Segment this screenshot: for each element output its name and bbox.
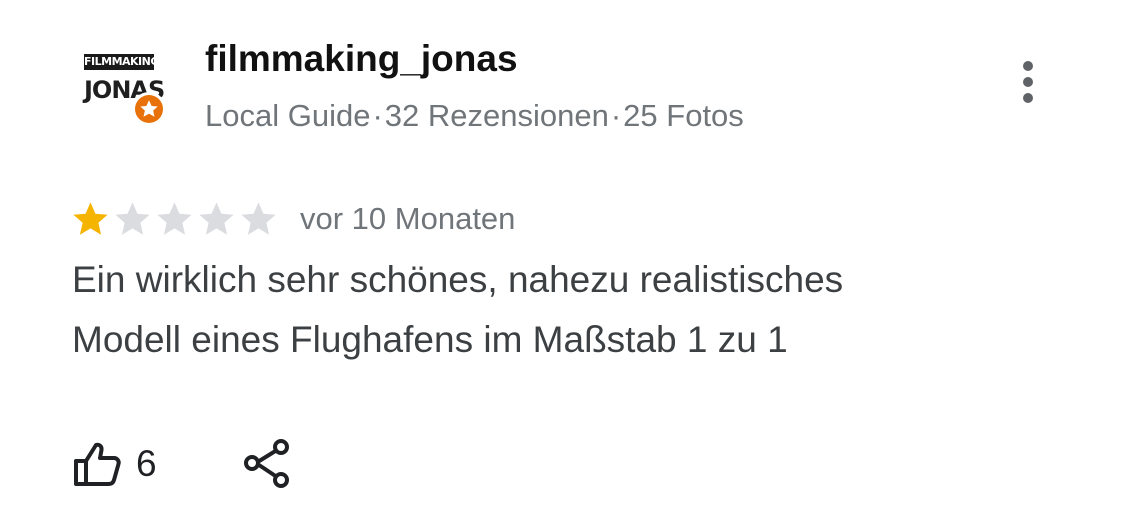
like-count: 6 xyxy=(136,443,157,484)
avatar-logo-top: FILMMAKING xyxy=(84,54,154,70)
star-empty-icon xyxy=(241,201,276,235)
share-icon xyxy=(244,439,289,488)
meta-separator: · xyxy=(610,98,622,133)
avatar[interactable]: FILMMAKING JONAS xyxy=(80,52,166,126)
more-vert-icon xyxy=(1023,61,1033,71)
thumbs-up-icon xyxy=(74,442,121,486)
star-empty-icon xyxy=(157,201,192,235)
like-button[interactable]: 6 xyxy=(72,436,158,492)
reviewer-name[interactable]: filmmaking_jonas xyxy=(205,36,518,82)
review-text: Ein wirklich sehr schönes, nahezu realis… xyxy=(72,250,1052,370)
review-text-line: Ein wirklich sehr schönes, nahezu realis… xyxy=(72,259,844,300)
star-badge-icon xyxy=(140,100,158,117)
reviewer-meta: Local Guide·32 Rezensionen·25 Fotos xyxy=(205,96,744,136)
share-button[interactable] xyxy=(240,436,296,492)
meta-separator: · xyxy=(372,98,383,133)
star-filled-icon xyxy=(73,201,108,235)
star-empty-icon xyxy=(199,201,234,235)
rating-row: vor 10 Monaten xyxy=(70,196,515,242)
more-vert-dot xyxy=(1023,77,1033,87)
reviewer-level: Local Guide xyxy=(205,98,371,133)
reviewer-review-count: 32 Rezensionen xyxy=(384,98,609,133)
more-options-button[interactable] xyxy=(1008,56,1050,108)
star-empty-icon xyxy=(115,201,150,235)
review-text-line: Modell eines Flughafens im Maßstab 1 zu … xyxy=(72,319,788,360)
review-date: vor 10 Monaten xyxy=(300,201,516,236)
star-rating xyxy=(70,199,280,240)
local-guide-badge xyxy=(132,92,166,126)
more-vert-dot xyxy=(1023,93,1033,103)
reviewer-photo-count: 25 Fotos xyxy=(623,98,744,133)
